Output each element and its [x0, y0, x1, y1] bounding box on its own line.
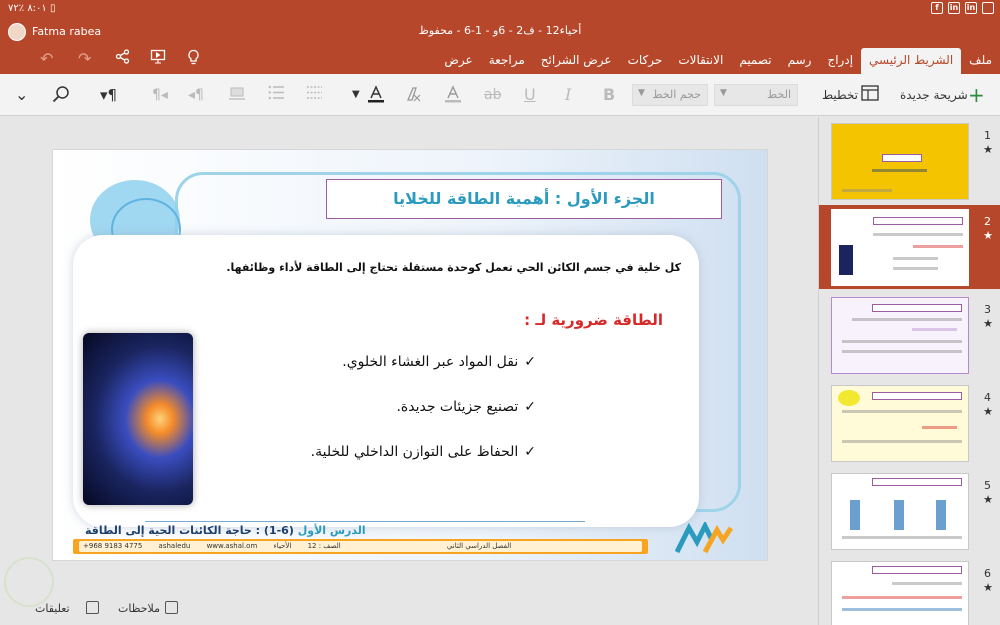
star-icon: ★: [983, 405, 993, 418]
slide-thumbnails-panel[interactable]: 1 ★ 2 ★ 3 ★ 4 ★ 5 ★ 6 ★: [818, 117, 1000, 625]
tab-review[interactable]: مراجعة: [481, 48, 533, 74]
bottom-bar: ملاحظات تعليقات: [0, 589, 818, 625]
lightbulb-icon[interactable]: [187, 49, 200, 69]
undo-icon[interactable]: ↶: [40, 49, 53, 68]
tab-home[interactable]: الشريط الرئيسي: [861, 48, 962, 74]
italic-icon[interactable]: I: [565, 85, 571, 105]
check-icon: ✓: [524, 399, 536, 415]
tab-animations[interactable]: حركات: [620, 48, 671, 74]
check-icon: ✓: [524, 354, 536, 370]
status-clock: ٨:٠١ ٪٧٢ ▯: [8, 3, 56, 14]
align-icon[interactable]: [228, 85, 246, 105]
star-icon: ★: [983, 581, 993, 594]
font-size-dropdown[interactable]: ▼ حجم الخط: [632, 84, 708, 106]
watermark-logo: [4, 557, 54, 607]
bullet-item[interactable]: ✓نقل المواد عبر الغشاء الخلوي.: [342, 354, 536, 370]
notes-button[interactable]: ملاحظات: [118, 602, 160, 615]
title-bar: Fatma rabea أحياء12 - ف2 - 6و - 1-6 - مح…: [0, 18, 1000, 44]
notes-icon[interactable]: [165, 601, 178, 614]
slide-title[interactable]: الجزء الأول : أهمية الطاقة للخلايا: [326, 179, 722, 219]
footer-info: +968 9183 4775 ashaledu www.ashal.om الف…: [79, 541, 642, 552]
intro-text[interactable]: كل خلية في جسم الكائن الحي تعمل كوحدة مس…: [226, 261, 681, 274]
font-color-icon[interactable]: [367, 85, 385, 105]
status-app-icons: f in in: [931, 2, 994, 14]
font-color-dropdown-icon[interactable]: ▼: [352, 85, 360, 105]
ribbon-tabs-bar: ↶ ↷ ملف الشريط الرئيسي إدراج رسم تصميم ا…: [0, 44, 1000, 74]
thumbnail-slide-4[interactable]: 4 ★: [819, 381, 1000, 465]
strikethrough-icon[interactable]: ab: [484, 85, 501, 105]
star-icon: ★: [983, 143, 993, 156]
thumbnail-image[interactable]: [831, 385, 969, 462]
font-dropdown[interactable]: ▼ الخط: [714, 84, 798, 106]
clear-format-icon[interactable]: [405, 85, 423, 105]
thumbnail-slide-3[interactable]: 3 ★: [819, 293, 1000, 377]
bold-icon[interactable]: B: [603, 85, 615, 105]
bullet-item[interactable]: ✓الحفاظ على التوازن الداخلي للخلية.: [311, 444, 536, 460]
facebook-icon: f: [931, 2, 943, 14]
bullet-item[interactable]: ✓تصنيع جزيئات جديدة.: [396, 399, 536, 415]
present-icon[interactable]: [150, 49, 166, 68]
plus-icon[interactable]: +: [968, 85, 985, 105]
slide-canvas[interactable]: الجزء الأول : أهمية الطاقة للخلايا كل خل…: [0, 117, 818, 589]
star-icon: ★: [983, 229, 993, 242]
divider-arrow: [145, 521, 585, 522]
numbered-list-icon[interactable]: [306, 85, 323, 105]
new-slide-label[interactable]: شريحة جديدة: [900, 88, 968, 102]
thumbnail-image[interactable]: [831, 297, 969, 374]
thumbnail-slide-1[interactable]: 1 ★: [819, 119, 1000, 203]
star-icon: ★: [983, 493, 993, 506]
share-icon[interactable]: [115, 49, 130, 68]
light-burst-image[interactable]: [83, 333, 193, 505]
subheading[interactable]: الطاقة ضرورية لـ :: [524, 311, 663, 329]
ashal-logo: [675, 522, 734, 554]
current-slide[interactable]: الجزء الأول : أهمية الطاقة للخلايا كل خل…: [52, 149, 768, 561]
gallery-icon: [982, 2, 994, 14]
redo-icon[interactable]: ↷: [78, 49, 91, 68]
tab-insert[interactable]: إدراج: [819, 48, 861, 74]
check-icon: ✓: [524, 444, 536, 460]
rtl-paragraph-icon[interactable]: ¶◂: [152, 85, 168, 105]
star-icon: ★: [983, 317, 993, 330]
bullet-list-icon[interactable]: [268, 85, 285, 105]
chevron-down-icon: ▼: [720, 88, 727, 98]
tab-draw[interactable]: رسم: [780, 48, 820, 74]
highlight-icon[interactable]: [444, 85, 462, 105]
status-bar: ٨:٠١ ٪٧٢ ▯ f in in: [0, 0, 1000, 18]
document-title[interactable]: أحياء12 - ف2 - 6و - 1-6 - محفوظ: [0, 24, 1000, 37]
chevron-down-icon: ▼: [638, 88, 645, 98]
thumbnail-slide-2[interactable]: 2 ★: [819, 205, 1000, 289]
linkedin-icon: in: [948, 2, 960, 14]
chevron-down-icon[interactable]: ⌄: [15, 85, 28, 105]
tab-design[interactable]: تصميم: [731, 48, 779, 74]
tab-slideshow[interactable]: عرض الشرائح: [533, 48, 620, 74]
tab-view[interactable]: عرض: [436, 48, 480, 74]
paragraph-options-icon[interactable]: ▾¶: [100, 85, 117, 105]
ltr-paragraph-icon[interactable]: ◂¶: [188, 85, 204, 105]
thumbnail-image[interactable]: [831, 561, 969, 625]
layout-icon[interactable]: [861, 85, 879, 105]
underline-icon[interactable]: U: [524, 85, 536, 105]
tab-transitions[interactable]: الانتقالات: [670, 48, 731, 74]
comments-icon[interactable]: [86, 601, 99, 614]
linkedin-icon-2: in: [965, 2, 977, 14]
tab-file[interactable]: ملف: [961, 48, 1000, 74]
lesson-title[interactable]: الدرس الأول (6-1) : حاجة الكائنات الحية …: [85, 524, 366, 537]
thumbnail-slide-5[interactable]: 5 ★: [819, 469, 1000, 553]
footer-bar: +968 9183 4775 ashaledu www.ashal.om الف…: [73, 539, 648, 554]
thumbnail-slide-6[interactable]: 6 ★: [819, 557, 1000, 625]
layout-label[interactable]: تخطيط: [822, 88, 858, 102]
thumbnail-image[interactable]: [831, 209, 969, 286]
ribbon-tabs: ملف الشريط الرئيسي إدراج رسم تصميم الانت…: [436, 46, 1000, 74]
search-icon[interactable]: [52, 85, 70, 105]
home-toolbar: ⌄ ▾¶ ¶◂ ◂¶ ▼ ab U I B ▼ حجم الخط ▼ الخط …: [0, 74, 1000, 116]
thumbnail-image[interactable]: [831, 473, 969, 550]
thumbnail-image[interactable]: [831, 123, 969, 200]
